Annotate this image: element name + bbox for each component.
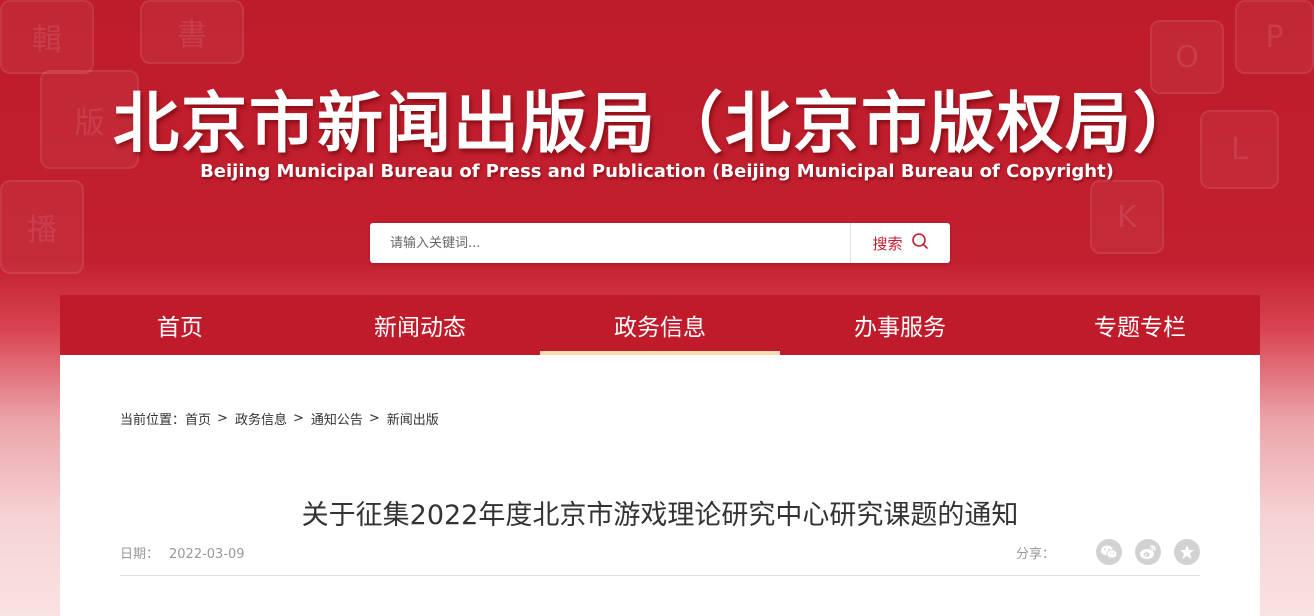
weibo-icon[interactable]: [1135, 539, 1161, 565]
nav-item-special-topics[interactable]: 专题专栏: [1020, 295, 1260, 355]
search-input[interactable]: [370, 223, 850, 263]
star-icon[interactable]: [1174, 539, 1200, 565]
decorative-keycap: 輯: [0, 0, 94, 74]
breadcrumb-item-government-info[interactable]: 政务信息: [235, 409, 287, 428]
breadcrumb-separator: >: [217, 411, 228, 426]
nav-item-home[interactable]: 首页: [60, 295, 300, 355]
search-button[interactable]: 搜索: [850, 223, 950, 263]
search-button-label: 搜索: [872, 234, 903, 253]
date-label: 日期：: [120, 547, 160, 562]
article-title: 关于征集2022年度北京市游戏理论研究中心研究课题的通知: [301, 500, 1019, 531]
publish-date: 2022-03-09: [169, 547, 245, 562]
breadcrumb-separator: >: [292, 411, 304, 426]
nav-item-services[interactable]: 办事服务: [780, 295, 1020, 355]
nav-item-government-info[interactable]: 政务信息: [540, 295, 780, 355]
search-box: 搜索: [370, 223, 950, 263]
breadcrumb-item-press-publication[interactable]: 新闻出版: [387, 409, 439, 428]
nav-item-news[interactable]: 新闻动态: [300, 295, 540, 355]
decorative-keycap: 播: [0, 180, 84, 274]
main-nav: 首页 新闻动态 政务信息 办事服务 专题专栏: [60, 295, 1260, 355]
breadcrumb-separator: >: [368, 411, 380, 426]
decorative-keycap: 書: [140, 0, 244, 64]
breadcrumb-item-notices[interactable]: 通知公告: [311, 409, 363, 428]
breadcrumb-item-home[interactable]: 首页: [185, 409, 211, 428]
breadcrumb: 当前位置： 首页 > 政务信息 > 通知公告 > 新闻出版: [120, 409, 439, 428]
divider: [120, 575, 1200, 576]
site-title: 北京市新闻出版局（北京市版权局）: [113, 85, 1201, 162]
share-bar: 分享：: [1016, 539, 1200, 565]
search-icon: [911, 232, 929, 254]
share-label: 分享：: [1015, 546, 1055, 562]
site-subtitle: Beijing Municipal Bureau of Press and Pu…: [200, 161, 1114, 182]
wechat-icon[interactable]: [1096, 539, 1122, 565]
decorative-keycap: K: [1090, 180, 1164, 254]
decorative-keycap: P: [1235, 0, 1314, 74]
content-panel: 当前位置： 首页 > 政务信息 > 通知公告 > 新闻出版 关于征集2022年度…: [60, 355, 1260, 616]
breadcrumb-prefix: 当前位置：: [120, 413, 186, 428]
article-meta: 日期： 2022-03-09: [120, 543, 245, 562]
